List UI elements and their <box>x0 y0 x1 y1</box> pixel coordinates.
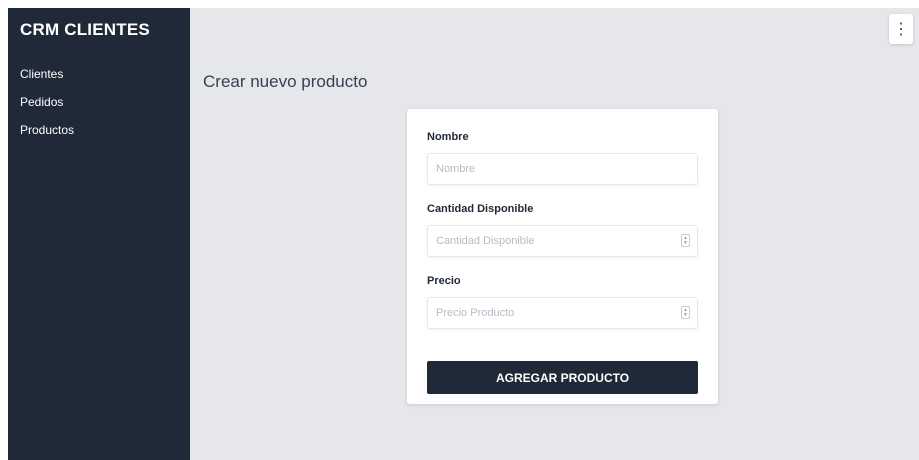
cantidad-label: Cantidad Disponible <box>427 203 534 215</box>
main-content: ⋮ Crear nuevo producto Nombre Cantidad D… <box>190 8 919 460</box>
precio-stepper-icon[interactable]: ▲ ▼ <box>681 306 690 319</box>
sidebar-item-pedidos[interactable]: Pedidos <box>20 95 178 109</box>
nombre-field-wrapper <box>427 153 698 185</box>
brand-title: CRM CLIENTES <box>20 20 150 39</box>
agregar-producto-button[interactable]: AGREGAR PRODUCTO <box>427 361 698 394</box>
app-frame: CRM CLIENTES Clientes Pedidos Productos … <box>8 8 919 460</box>
sidebar-item-clientes[interactable]: Clientes <box>20 67 178 81</box>
nombre-label: Nombre <box>427 131 469 143</box>
precio-label: Precio <box>427 275 461 287</box>
cantidad-field-wrapper: ▲▼ <box>427 225 698 257</box>
cantidad-input[interactable] <box>427 225 698 257</box>
product-form-card: Nombre Cantidad Disponible ▲▼ Precio ▲▼ … <box>407 109 718 404</box>
sidebar-nav: Clientes Pedidos Productos <box>20 67 178 137</box>
page-title: Crear nuevo producto <box>203 72 368 91</box>
kebab-menu-icon[interactable]: ⋮ <box>889 14 913 44</box>
sidebar: CRM CLIENTES Clientes Pedidos Productos <box>8 8 190 460</box>
precio-field-wrapper: ▲▼ <box>427 297 698 329</box>
precio-input[interactable] <box>427 297 698 329</box>
cantidad-stepper-icon[interactable]: ▲ ▼ <box>681 234 690 247</box>
sidebar-item-productos[interactable]: Productos <box>20 123 178 137</box>
nombre-input[interactable] <box>427 153 698 185</box>
